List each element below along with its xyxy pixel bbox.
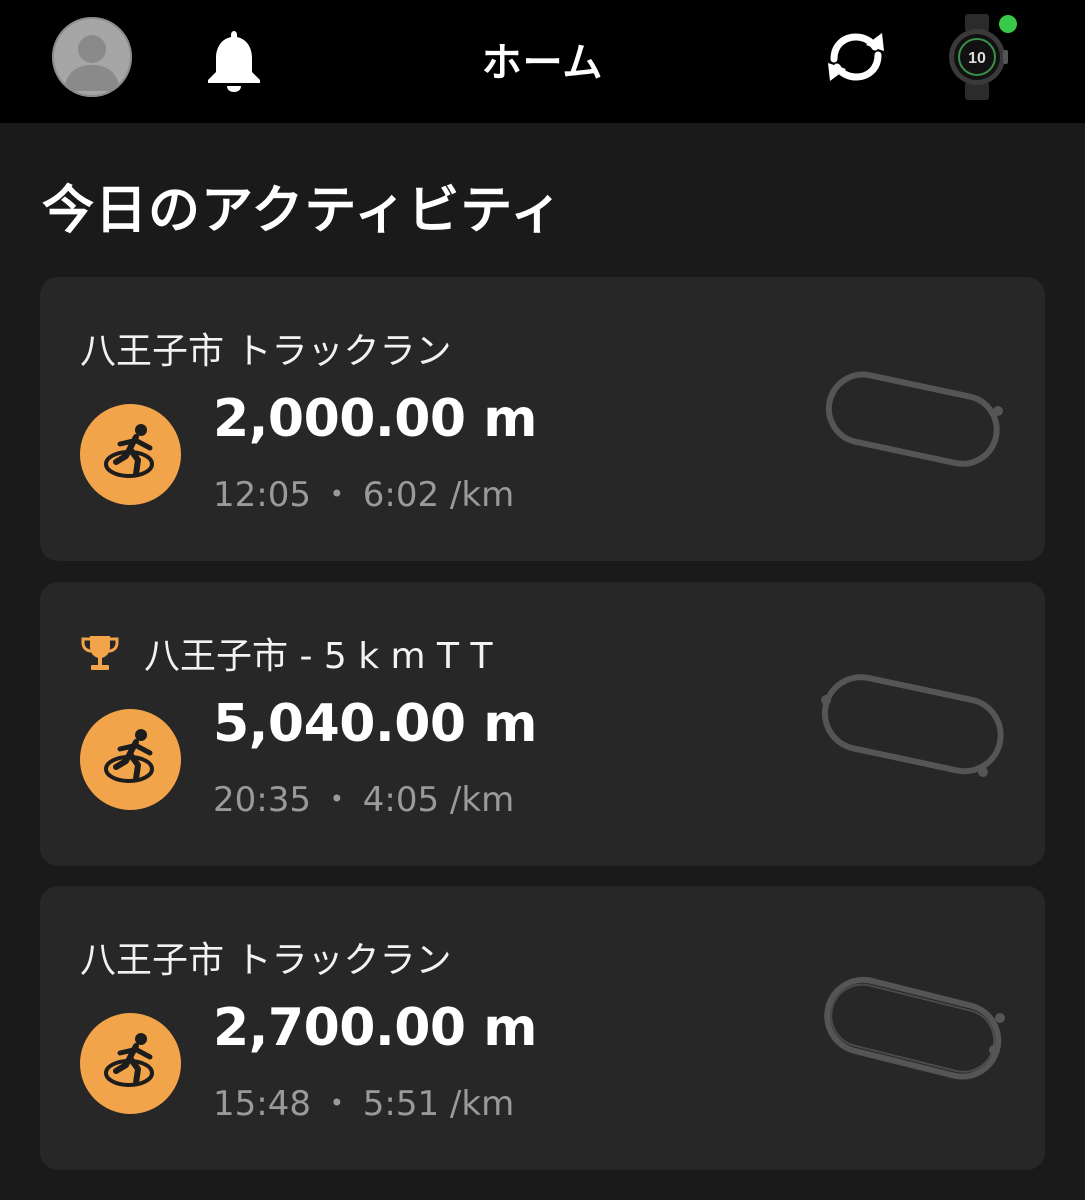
track-run-icon bbox=[80, 404, 181, 505]
activity-time: 20:35 bbox=[213, 780, 311, 820]
route-map bbox=[810, 353, 1015, 483]
activity-pace: 4:05 /km bbox=[362, 780, 515, 820]
separator-dot: • bbox=[329, 480, 344, 508]
activity-name: 八王子市 トラックラン bbox=[80, 940, 452, 981]
separator-dot: • bbox=[329, 785, 344, 813]
activity-card[interactable]: 八王子市 トラックラン 2,000.00 m 12:05 • 6:02 /km bbox=[40, 277, 1045, 561]
track-run-icon bbox=[80, 1013, 181, 1114]
activity-distance: 5,040.00 m bbox=[213, 694, 537, 754]
activity-meta: 12:05 • 6:02 /km bbox=[213, 475, 514, 515]
trophy-icon bbox=[81, 636, 119, 670]
activity-time: 15:48 bbox=[213, 1084, 311, 1124]
section-title: 今日のアクティビティ bbox=[42, 181, 564, 241]
activity-distance: 2,700.00 m bbox=[213, 998, 537, 1058]
track-run-icon bbox=[80, 709, 181, 810]
activity-pace: 5:51 /km bbox=[362, 1084, 515, 1124]
activity-meta: 15:48 • 5:51 /km bbox=[213, 1084, 514, 1124]
activity-card[interactable]: 八王子市 トラックラン 2,700.00 m 15:48 • 5:51 /km bbox=[40, 886, 1045, 1170]
route-map bbox=[810, 962, 1015, 1092]
separator-dot: • bbox=[329, 1089, 344, 1117]
activity-pace: 6:02 /km bbox=[362, 475, 515, 515]
activity-meta: 20:35 • 4:05 /km bbox=[213, 780, 514, 820]
route-map bbox=[810, 658, 1015, 788]
activity-distance: 2,000.00 m bbox=[213, 389, 537, 449]
activity-name: 八王子市 - 5 k m T T bbox=[80, 627, 492, 679]
page-title: ホーム bbox=[481, 40, 604, 86]
sync-icon[interactable] bbox=[822, 29, 890, 85]
activity-name: 八王子市 トラックラン bbox=[80, 331, 452, 372]
watch-icon[interactable]: 10 bbox=[944, 12, 1022, 102]
activity-card[interactable]: 八王子市 - 5 k m T T 5,040.00 m 20:35 • 4:05… bbox=[40, 582, 1045, 866]
top-bar: ホーム 10 bbox=[0, 0, 1085, 123]
svg-text:10: 10 bbox=[968, 50, 986, 67]
activity-time: 12:05 bbox=[213, 475, 311, 515]
